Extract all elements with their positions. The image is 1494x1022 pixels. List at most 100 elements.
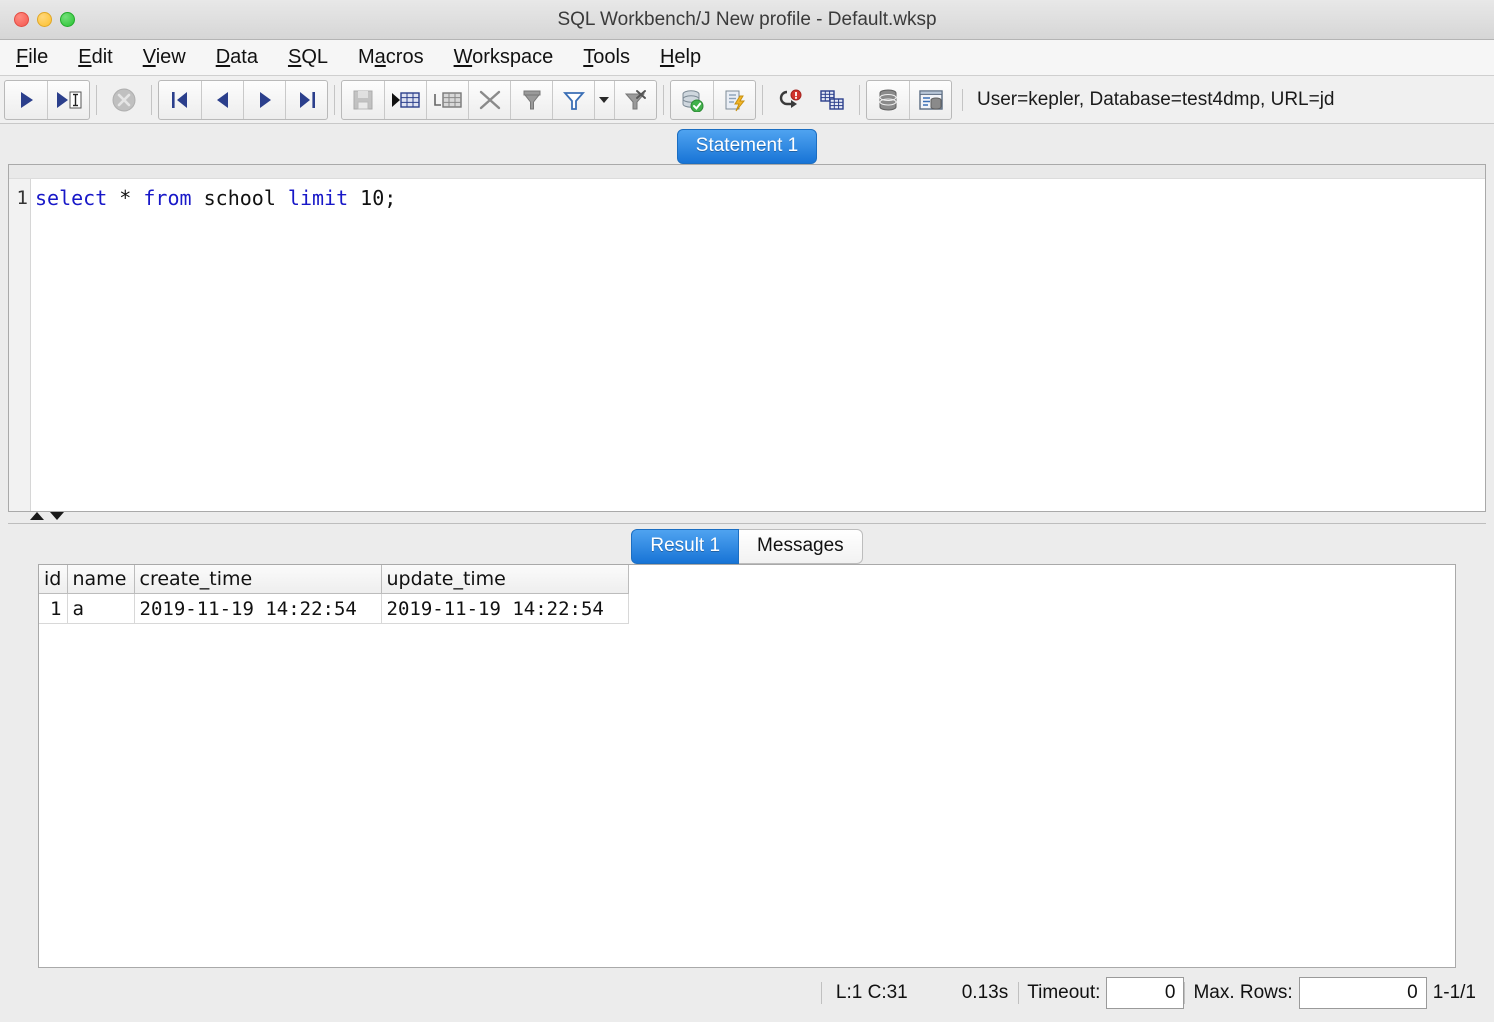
menu-data[interactable]: Data — [216, 44, 274, 71]
sql-token-from: from — [143, 186, 192, 210]
save-changes-button[interactable] — [342, 81, 384, 119]
menu-edit[interactable]: Edit — [78, 44, 128, 71]
execute-all-button[interactable] — [5, 81, 47, 119]
chevron-down-icon — [598, 96, 609, 103]
data-edit-group — [341, 79, 657, 120]
triangle-up-icon[interactable] — [30, 512, 44, 520]
stop-icon — [111, 87, 137, 113]
db-explorer-icon — [918, 88, 944, 112]
menu-tools[interactable]: Tools — [583, 44, 646, 71]
statusbar: L:1 C:31 0.13s Timeout: 0 Max. Rows: 0 1… — [8, 968, 1486, 1022]
editor-result-splitter[interactable] — [8, 512, 1486, 530]
filter-dropdown-button[interactable] — [594, 80, 614, 119]
delete-row-icon — [477, 88, 503, 112]
sql-token-limit: limit — [287, 186, 349, 210]
cursor-position-label: L:1 C:31 — [820, 982, 922, 1004]
execute-current-button[interactable] — [47, 80, 89, 119]
results-area: Result 1 Messages id name create_time up… — [8, 529, 1486, 1022]
column-header-create-time[interactable]: create_time — [134, 565, 382, 594]
sql-token-table: school — [203, 186, 276, 210]
menubar: File Edit View Data SQL Macros Workspace… — [0, 40, 1494, 76]
sql-editor-panel[interactable]: 1 select * from school limit 10; — [8, 164, 1486, 512]
tab-messages[interactable]: Messages — [739, 529, 863, 564]
cell-update-time[interactable]: 2019-11-19 14:22:54 — [381, 593, 629, 624]
rollback-button[interactable] — [713, 80, 755, 119]
sql-token-limit-value: 10; — [360, 186, 397, 210]
show-table-data-icon — [818, 88, 846, 112]
column-header-id[interactable]: id — [39, 565, 68, 594]
results-tab-group: Result 1 Messages — [631, 529, 863, 564]
editor-header-strip — [9, 165, 1485, 179]
editor-body: 1 select * from school limit 10; — [9, 179, 1485, 511]
commit-button[interactable] — [671, 81, 713, 119]
timeout-label: Timeout: — [1018, 982, 1106, 1004]
table-row[interactable]: 1 a 2019-11-19 14:22:54 2019-11-19 14:22… — [39, 593, 629, 624]
editor-tabstrip: Statement 1 — [8, 129, 1486, 164]
max-rows-label: Max. Rows: — [1184, 982, 1298, 1004]
clear-statement-icon — [777, 88, 803, 112]
column-header-update-time[interactable]: update_time — [381, 565, 629, 594]
triangle-down-icon[interactable] — [50, 512, 64, 520]
next-row-button[interactable] — [243, 80, 285, 119]
result-grid-panel[interactable]: id name create_time update_time 1 a 2019… — [38, 564, 1456, 968]
reset-filter-icon — [622, 88, 650, 112]
quick-filter-button[interactable] — [552, 80, 594, 119]
previous-row-icon — [211, 89, 235, 111]
sql-workbench-window: SQL Workbench/J New profile - Default.wk… — [0, 0, 1494, 1022]
toolbar: User=kepler, Database=test4dmp, URL=jd — [0, 76, 1494, 124]
stop-button[interactable] — [103, 81, 145, 119]
menu-macros[interactable]: Macros — [358, 44, 440, 71]
main-content: Statement 1 1 select * from school limit… — [0, 124, 1494, 1022]
first-row-button[interactable] — [159, 81, 201, 119]
cell-create-time[interactable]: 2019-11-19 14:22:54 — [134, 593, 382, 624]
sql-token-select: select — [35, 186, 108, 210]
show-table-data-button[interactable] — [811, 81, 853, 119]
copy-row-button[interactable] — [426, 80, 468, 119]
column-header-name[interactable]: name — [67, 565, 135, 594]
splitter-line — [8, 523, 1486, 524]
cell-id[interactable]: 1 — [39, 593, 68, 624]
row-counter-label: 1-1/1 — [1432, 982, 1476, 1003]
toolbar-separator-2 — [151, 84, 152, 115]
table-header-row: id name create_time update_time — [39, 565, 629, 594]
splitter-arrows — [30, 512, 64, 520]
menu-help[interactable]: Help — [660, 44, 717, 71]
menu-sql[interactable]: SQL — [288, 44, 344, 71]
editor-gutter: 1 — [9, 179, 31, 511]
sql-token-star: * — [119, 186, 132, 210]
insert-row-button[interactable] — [384, 80, 426, 119]
menu-view[interactable]: View — [143, 44, 202, 71]
reset-filter-button[interactable] — [614, 80, 656, 119]
delete-row-button[interactable] — [468, 80, 510, 119]
sql-code-area[interactable]: select * from school limit 10; — [31, 179, 1485, 511]
toolbar-separator-3 — [334, 84, 335, 115]
close-window-button[interactable] — [14, 12, 29, 27]
tab-statement-1[interactable]: Statement 1 — [676, 129, 818, 164]
max-rows-input[interactable]: 0 — [1298, 977, 1427, 1009]
last-row-button[interactable] — [285, 80, 327, 119]
tab-result-1[interactable]: Result 1 — [631, 529, 740, 564]
clear-statement-button[interactable] — [769, 81, 811, 119]
copy-row-icon — [433, 88, 463, 112]
database-button[interactable] — [867, 81, 909, 119]
next-row-icon — [253, 89, 277, 111]
execute-button-group — [4, 79, 90, 120]
execute-all-icon — [15, 89, 37, 111]
menu-workspace[interactable]: Workspace — [454, 44, 570, 71]
toolbar-separator-5 — [762, 84, 763, 115]
result-table-header: id name create_time update_time — [39, 565, 629, 594]
filter-data-button[interactable] — [510, 80, 552, 119]
previous-row-button[interactable] — [201, 80, 243, 119]
insert-row-icon — [391, 88, 421, 112]
result-table[interactable]: id name create_time update_time 1 a 2019… — [39, 565, 629, 624]
database-group — [866, 79, 952, 120]
transaction-group — [670, 79, 756, 120]
menu-file[interactable]: File — [16, 44, 64, 71]
db-explorer-button[interactable] — [909, 80, 951, 119]
toolbar-separator-1 — [96, 84, 97, 115]
minimize-window-button[interactable] — [37, 12, 52, 27]
timeout-input[interactable]: 0 — [1106, 977, 1185, 1009]
cell-name[interactable]: a — [67, 593, 135, 624]
sql-token-space-4 — [276, 186, 288, 210]
zoom-window-button[interactable] — [60, 12, 75, 27]
